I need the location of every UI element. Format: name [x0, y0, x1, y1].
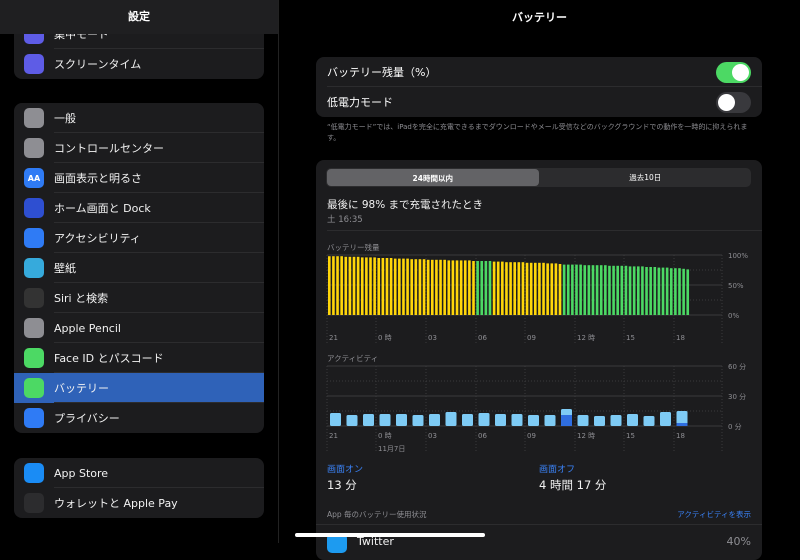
wallet-icon [24, 493, 44, 513]
app-store-icon [24, 463, 44, 483]
sidebar-item[interactable]: ホーム画面と Dock [14, 193, 264, 223]
low-power-footnote: “低電力モード”では、iPadを完全に充電できるまでダウンロードやメール受信など… [327, 123, 748, 142]
gear-icon [24, 108, 44, 128]
divider [327, 230, 762, 231]
hand-icon [24, 408, 44, 428]
face-id-icon [24, 348, 44, 368]
time-range-segmented-control[interactable]: 24時間以内 過去10日 [326, 168, 751, 187]
sidebar-item-label: スクリーンタイム [54, 58, 142, 71]
battery-icon [24, 378, 44, 398]
siri-icon [24, 288, 44, 308]
sidebar-item-label: Siri と検索 [54, 292, 109, 305]
home-indicator[interactable] [295, 533, 485, 537]
sidebar-item[interactable]: プライバシー [14, 403, 264, 433]
battery-level-chart-title: バッテリー残量 [327, 243, 380, 252]
sidebar-item[interactable]: Face ID とパスコード [14, 343, 264, 373]
screen-on-value: 13 分 [327, 478, 357, 492]
sidebar-group-general: 一般コントロールセンター AA 画面表示と明るさ ホーム画面と Dock アクセシビリテ… [14, 103, 264, 433]
home-grid-icon [24, 198, 44, 218]
sidebar-item-label: 壁紙 [54, 262, 76, 275]
show-activity-link[interactable]: アクティビティを表示 [677, 509, 751, 520]
sidebar-item-label: アクセシビリティ [54, 232, 141, 245]
sidebar-item[interactable]: 一般 [14, 103, 264, 133]
pencil-icon [24, 318, 44, 338]
text-size-icon: AA [24, 168, 44, 188]
sidebar-item-label: バッテリー [54, 382, 109, 395]
app-percent: 40% [726, 535, 751, 548]
screen-on-label: 画面オン [327, 465, 364, 475]
sidebar-item-label: プライバシー [54, 412, 120, 425]
usage-card: 24時間以内 過去10日 最後に 98% まで充電されたとき 土 16:35 バ… [316, 160, 762, 560]
sidebar: 設定 集中モード スクリーンタイム 一般 コントロールセンター AA 画面表示と明るさホ… [0, 0, 278, 543]
sidebar-item-label: Apple Pencil [54, 321, 121, 335]
sidebar-item[interactable]: AA 画面表示と明るさ [14, 163, 264, 193]
low-power-mode-row: 低電力モード [316, 87, 762, 117]
sidebar-item[interactable]: 壁紙 [14, 253, 264, 283]
divider [278, 0, 279, 543]
battery-percentage-label: バッテリー残量（%） [327, 66, 437, 79]
settings-card: バッテリー残量（%） 低電力モード [316, 57, 762, 117]
sidebar-item-label: ウォレットと Apple Pay [54, 497, 178, 510]
app-usage-label: App 毎のバッテリー使用状況 [327, 510, 427, 519]
hourglass-icon [24, 54, 44, 74]
low-power-mode-label: 低電力モード [327, 96, 393, 109]
sidebar-item[interactable]: バッテリー [14, 373, 264, 403]
sidebar-item-label: 画面表示と明るさ [54, 172, 142, 185]
screen-off-value: 4 時間 17 分 [539, 478, 607, 492]
accessibility-icon [24, 228, 44, 248]
sidebar-title: 設定 [0, 0, 278, 34]
flower-icon [24, 258, 44, 278]
battery-percentage-row: バッテリー残量（%） [316, 57, 762, 87]
battery-percentage-toggle[interactable] [716, 61, 751, 83]
last-charge-time: 土 16:35 [327, 215, 363, 225]
sidebar-item-label: App Store [54, 466, 109, 480]
sidebar-item-label: コントロールセンター [54, 142, 164, 155]
sidebar-item[interactable]: ウォレットと Apple Pay [14, 488, 264, 518]
sidebar-item-label: ホーム画面と Dock [54, 202, 151, 215]
sidebar-item-label: 一般 [54, 112, 76, 125]
sidebar-item[interactable]: コントロールセンター [14, 133, 264, 163]
page-title: バッテリー [512, 11, 567, 24]
tab-24-hours[interactable]: 24時間以内 [327, 169, 539, 186]
divider [316, 524, 762, 525]
tab-10-days[interactable]: 過去10日 [540, 168, 752, 187]
sidebar-item[interactable]: App Store [14, 458, 264, 488]
icon-glyph: AA [27, 173, 41, 183]
last-charge-text: 最後に 98% まで充電されたとき [327, 199, 484, 211]
sidebar-item[interactable]: Siri と検索 [14, 283, 264, 313]
sidebar-item[interactable]: スクリーンタイム [14, 49, 264, 79]
sidebar-group-store: App Store ウォレットと Apple Pay [14, 458, 264, 518]
activity-chart-title: アクティビティ [327, 354, 379, 363]
low-power-mode-toggle[interactable] [716, 91, 751, 113]
screen-off-label: 画面オフ [539, 465, 576, 475]
sidebar-item[interactable]: Apple Pencil [14, 313, 264, 343]
toggles-icon [24, 138, 44, 158]
sidebar-item-label: Face ID とパスコード [54, 352, 164, 365]
sidebar-item[interactable]: アクセシビリティ [14, 223, 264, 253]
